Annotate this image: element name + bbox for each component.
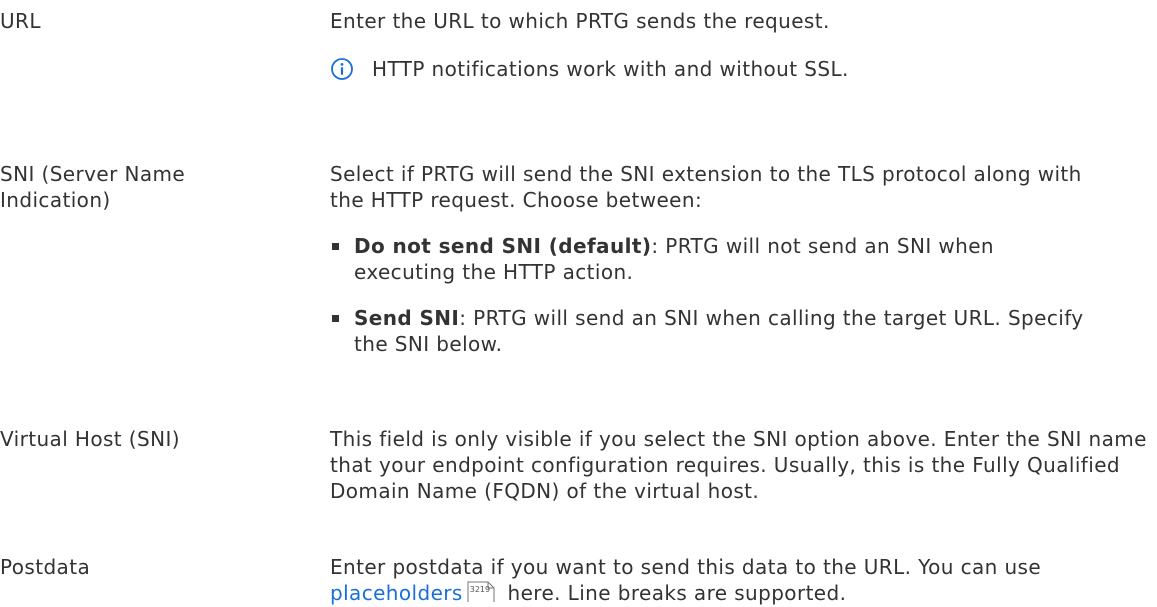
page-reference-number: 3219 bbox=[469, 585, 491, 594]
description-text: This field is only visible if you select… bbox=[330, 427, 1147, 503]
settings-table: URL Enter the URL to which PRTG sends th… bbox=[0, 0, 1157, 607]
setting-description: Enter the URL to which PRTG sends the re… bbox=[330, 8, 1130, 82]
setting-label: Virtual Host (SNI) bbox=[0, 427, 180, 451]
placeholders-link[interactable]: placeholders bbox=[330, 581, 463, 605]
page-reference-icon[interactable]: 3219 bbox=[467, 581, 497, 603]
option-text: : PRTG will send an SNI when calling the… bbox=[354, 306, 1084, 356]
setting-description: Enter postdata if you want to send this … bbox=[330, 554, 1120, 606]
option-list: Do not send SNI (default): PRTG will not… bbox=[330, 233, 1090, 357]
description-text: Enter postdata if you want to send this … bbox=[330, 554, 1120, 606]
note-text: HTTP notifications work with and without… bbox=[372, 57, 849, 81]
setting-description: Select if PRTG will send the SNI extensi… bbox=[330, 161, 1090, 377]
description-text: Enter the URL to which PRTG sends the re… bbox=[330, 9, 830, 33]
description-after: here. Line breaks are supported. bbox=[507, 581, 847, 605]
setting-label: SNI (Server Name Indication) bbox=[0, 162, 186, 212]
bullet-icon bbox=[332, 243, 339, 250]
bullet-icon bbox=[332, 315, 339, 322]
setting-label: URL bbox=[0, 9, 41, 33]
list-item: Do not send SNI (default): PRTG will not… bbox=[330, 233, 1090, 285]
option-name: Send SNI bbox=[354, 306, 460, 330]
description-text: Select if PRTG will send the SNI extensi… bbox=[330, 162, 1082, 212]
setting-label: Postdata bbox=[0, 555, 91, 579]
setting-description: This field is only visible if you select… bbox=[330, 426, 1150, 504]
list-item: Send SNI: PRTG will send an SNI when cal… bbox=[330, 305, 1090, 357]
info-icon bbox=[330, 57, 354, 81]
option-name: Do not send SNI (default) bbox=[354, 234, 652, 258]
info-note: HTTP notifications work with and without… bbox=[330, 56, 1130, 82]
description-before: Enter postdata if you want to send this … bbox=[330, 555, 1042, 579]
